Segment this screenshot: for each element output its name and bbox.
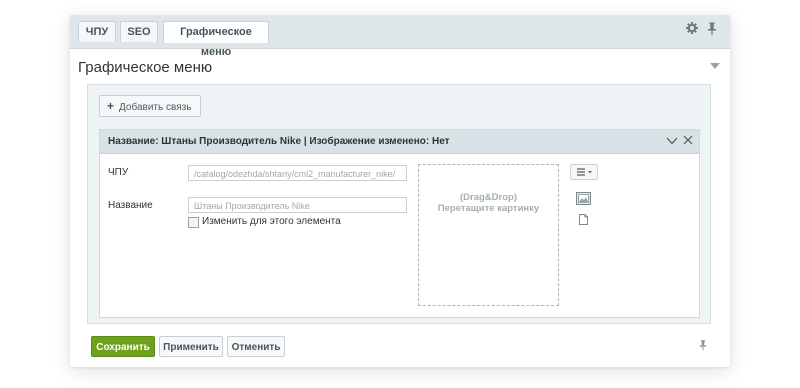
drop-zone-hint: (Drag&Drop)	[460, 192, 517, 203]
graphic-menu-panel: + Добавить связь Название: Штаны Производ…	[87, 84, 711, 324]
menu-dropdown-button[interactable]	[570, 164, 598, 180]
edit-for-element-label: Изменить для этого элемента	[202, 216, 341, 227]
edit-for-element-checkbox[interactable]	[188, 217, 199, 228]
link-item-title: Название: Штаны Производитель Nike | Изо…	[108, 136, 450, 147]
tab-bar: ЧПУ SEO Графическое меню	[70, 15, 730, 58]
add-link-button[interactable]: + Добавить связь	[99, 95, 202, 117]
name-input[interactable]: Штаны Производитель Nike	[188, 197, 407, 213]
chpu-label: ЧПУ	[108, 167, 129, 178]
apply-button[interactable]: Применить	[159, 336, 223, 357]
chpu-input[interactable]: /catalog/odezhda/shtany/cml2_manufacture…	[188, 165, 407, 181]
drop-zone-text: Перетащите картинку	[437, 203, 540, 214]
collapse-arrow-icon[interactable]	[710, 63, 720, 69]
pin-icon[interactable]	[704, 22, 720, 38]
chevron-down-icon[interactable]	[665, 133, 679, 149]
gear-icon[interactable]	[684, 22, 700, 38]
link-item: Название: Штаны Производитель Nike | Изо…	[99, 129, 700, 318]
tab-graphic-menu[interactable]: Графическое меню	[163, 21, 269, 58]
add-link-label: Добавить связь	[119, 102, 192, 113]
link-item-header: Название: Штаны Производитель Nike | Изо…	[100, 130, 699, 154]
footer-pin-icon[interactable]	[699, 339, 707, 354]
image-drop-zone[interactable]: (Drag&Drop) Перетащите картинку	[418, 164, 559, 306]
plus-icon: +	[107, 99, 115, 113]
name-label: Название	[108, 200, 153, 211]
cancel-button[interactable]: Отменить	[227, 336, 285, 357]
close-icon[interactable]	[681, 133, 695, 149]
section-title: Графическое меню	[78, 59, 213, 76]
tab-chpu[interactable]: ЧПУ	[78, 21, 116, 42]
tab-seo[interactable]: SEO	[120, 21, 158, 42]
save-button[interactable]: Сохранить	[91, 336, 155, 357]
image-icon[interactable]	[576, 192, 591, 208]
file-icon[interactable]	[579, 214, 588, 228]
settings-window: ЧПУ SEO Графическое меню Графическое мен…	[70, 15, 730, 367]
